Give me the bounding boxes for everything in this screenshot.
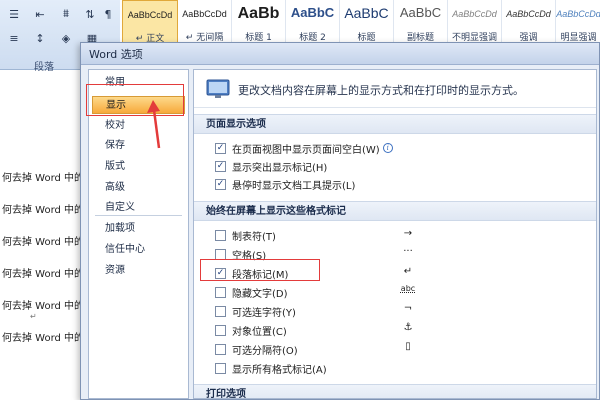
style-sample: AaBbCcDd — [127, 10, 173, 20]
document-area[interactable]: 何去掉 Word 中的 何去掉 Word 中的 何去掉 Word 中的 何去掉 … — [0, 71, 86, 400]
content-header: 更改文档内容在屏幕上的显示方式和在打印时的显示方式。 — [194, 70, 596, 108]
option-label: 显示突出显示标记(H) — [232, 162, 328, 174]
shading-icon[interactable]: ◈ — [56, 30, 76, 46]
checkbox[interactable] — [215, 305, 226, 317]
style-tile[interactable]: AaBbC 标题 2 — [286, 0, 340, 44]
option-label: 制表符(T) — [232, 231, 276, 243]
hyphen-glyph-icon: ¬ — [403, 303, 413, 314]
nav-item-customize[interactable]: 自定义 — [92, 199, 185, 217]
checkbox[interactable] — [215, 248, 226, 260]
line-spacing-icon[interactable]: ↕ — [30, 30, 50, 46]
style-tile[interactable]: AaBbCcDd 不明显强调 — [448, 0, 502, 44]
style-tile[interactable]: AaBbCcDd 强调 — [502, 0, 556, 44]
options-content: 更改文档内容在屏幕上的显示方式和在打印时的显示方式。 页面显示选项 ✓ 在页面视… — [193, 69, 597, 399]
checkbox[interactable]: ✓ — [215, 178, 226, 190]
style-sample: AaBbCcDd — [452, 9, 497, 19]
multilevel-list-icon[interactable]: ☰ — [4, 6, 24, 22]
annotation-box-paragraph-marks — [200, 259, 320, 281]
style-sample: AaBbC — [344, 5, 389, 21]
chinese-layout-icon[interactable]: ⩩ — [56, 6, 76, 22]
align-icon[interactable]: ≡ — [4, 30, 24, 46]
style-sample: AaBb — [237, 5, 280, 22]
checkbox[interactable] — [215, 343, 226, 355]
option-show-highlight[interactable]: ✓ 显示突出显示标记(H) — [215, 158, 327, 174]
option-show-whitespace[interactable]: ✓ 在页面视图中显示页面间空白(W) i — [215, 140, 393, 156]
checkbox[interactable]: ✓ — [215, 160, 226, 172]
checkbox[interactable] — [215, 362, 226, 374]
style-tile[interactable]: AaBbCcDd ↵ 正文 — [122, 0, 178, 44]
option-label: 在页面视图中显示页面间空白(W) — [232, 144, 380, 156]
display-monitor-icon — [206, 79, 230, 98]
style-tile[interactable]: AaBbCcDd 明显强调 — [556, 0, 600, 44]
section-title-format-marks: 始终在屏幕上显示这些格式标记 — [194, 201, 596, 221]
option-object-anchors[interactable]: 对象位置(C) — [215, 322, 287, 338]
options-nav: 常用 显示 校对 保存 版式 高级 自定义 加载项 信任中心 资源 — [88, 69, 189, 399]
option-label: 显示所有格式标记(A) — [232, 364, 327, 376]
nav-item-advanced[interactable]: 高级 — [92, 179, 185, 197]
show-marks-icon[interactable]: ¶ — [100, 6, 116, 22]
style-tile[interactable]: AaBbCcDd ↵ 无间隔 — [178, 0, 232, 44]
checkbox[interactable] — [215, 229, 226, 241]
section-title-page-display: 页面显示选项 — [194, 114, 596, 134]
option-optional-breaks[interactable]: 可选分隔符(O) — [215, 341, 298, 357]
info-icon[interactable]: i — [382, 143, 393, 153]
document-line: 何去掉 Word 中的 — [2, 173, 85, 184]
document-line: 何去掉 Word 中的 — [2, 205, 85, 216]
style-sample: AaBbCcDd — [506, 9, 551, 19]
styles-gallery: AaBbCcDd ↵ 正文 AaBbCcDd ↵ 无间隔 AaBb 标题 1 AaBbC 标题… — [120, 0, 600, 44]
style-sample: AaBbCcDd — [182, 9, 227, 19]
checkbox[interactable]: ✓ — [215, 142, 226, 154]
dialog-titlebar[interactable]: Word 选项 — [81, 43, 599, 65]
option-hidden-text[interactable]: 隐藏文字(D) — [215, 284, 288, 300]
nav-item-trust-center[interactable]: 信任中心 — [92, 241, 185, 259]
section-title-print: 打印选项 — [194, 384, 596, 398]
nav-item-save[interactable]: 保存 — [92, 137, 185, 155]
option-label: 可选分隔符(O) — [232, 345, 298, 357]
style-tile[interactable]: AaBbC 副标题 — [394, 0, 448, 44]
style-sample: AaBbCcDd — [556, 9, 600, 19]
nav-item-layout[interactable]: 版式 — [92, 158, 185, 176]
annotation-box-display-nav — [86, 84, 184, 116]
space-glyph-icon: ··· — [403, 246, 413, 257]
tab-glyph-icon: → — [403, 228, 413, 239]
anchor-icon: ⚓ — [403, 322, 413, 333]
document-line: 何去掉 Word 中的 — [2, 269, 85, 280]
decrease-indent-icon[interactable]: ⇤ — [30, 6, 50, 22]
option-label: 隐藏文字(D) — [232, 288, 288, 300]
style-sample: AaBbC — [290, 5, 335, 20]
checkbox[interactable] — [215, 286, 226, 298]
style-tile[interactable]: AaBb 标题 1 — [232, 0, 286, 44]
paragraph-mark: ↵ — [30, 312, 37, 321]
option-tab-marks[interactable]: 制表符(T) — [215, 227, 276, 243]
style-tile[interactable]: AaBbC 标题 — [340, 0, 394, 44]
sort-icon[interactable]: ⇅ — [82, 6, 98, 22]
hidden-text-glyph-icon: abc — [400, 284, 416, 293]
nav-item-addins[interactable]: 加载项 — [92, 220, 185, 238]
document-line: 何去掉 Word 中的 — [2, 237, 85, 248]
document-line: 何去掉 Word 中的 — [2, 301, 85, 312]
option-label: 对象位置(C) — [232, 326, 287, 338]
checkbox[interactable] — [215, 324, 226, 336]
option-label: 可选连字符(Y) — [232, 307, 296, 319]
option-label: 悬停时显示文档工具提示(L) — [232, 180, 356, 192]
nav-item-proofing[interactable]: 校对 — [92, 117, 185, 135]
option-optional-hyphens[interactable]: 可选连字符(Y) — [215, 303, 296, 319]
annotation-arrow-icon — [147, 100, 161, 149]
paragraph-group-label: 段落 — [34, 62, 54, 73]
dialog-title: Word 选项 — [89, 47, 143, 61]
style-sample: AaBbC — [399, 5, 442, 20]
nav-item-resources[interactable]: 资源 — [92, 262, 185, 280]
optional-break-glyph-icon: ▯ — [405, 341, 411, 352]
option-show-all-marks[interactable]: 显示所有格式标记(A) — [215, 360, 327, 376]
option-show-tooltips[interactable]: ✓ 悬停时显示文档工具提示(L) — [215, 176, 355, 192]
paragraph-glyph-icon: ↵ — [403, 266, 413, 277]
content-header-text: 更改文档内容在屏幕上的显示方式和在打印时的显示方式。 — [238, 84, 524, 97]
document-line: 何去掉 Word 中的 — [2, 333, 85, 344]
